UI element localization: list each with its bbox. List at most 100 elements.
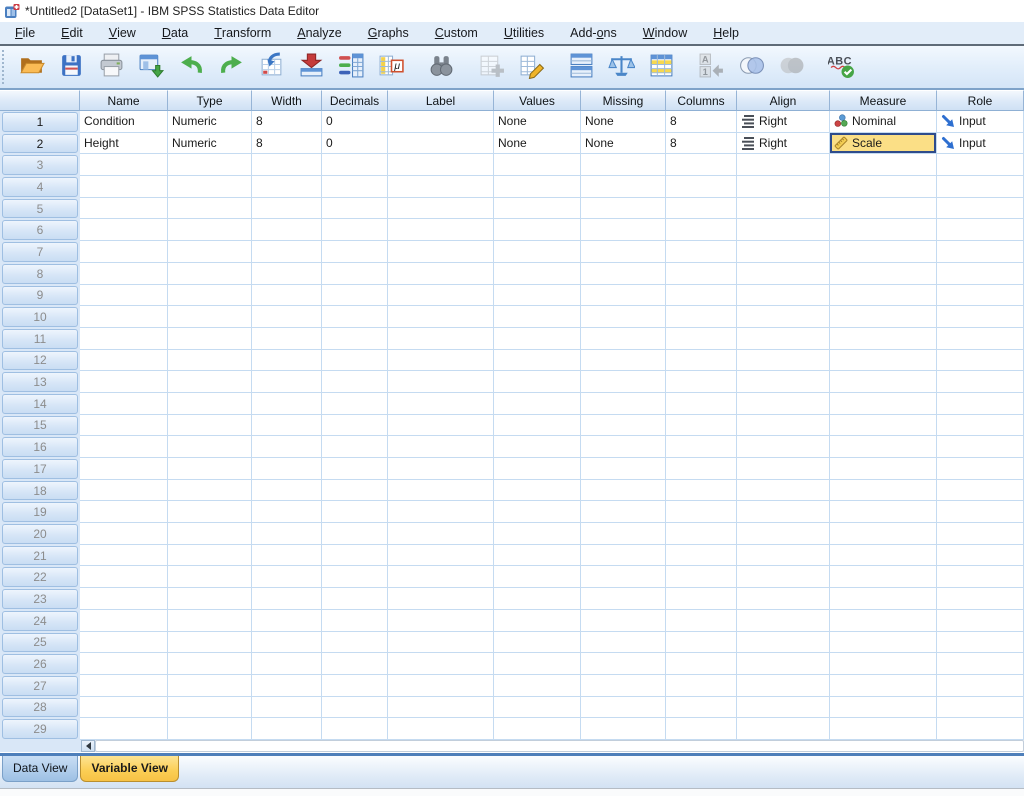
cell-values[interactable] <box>494 675 581 697</box>
cell-columns[interactable] <box>666 545 737 567</box>
cell-type[interactable] <box>168 501 252 523</box>
cell-name[interactable] <box>80 566 168 588</box>
cell-label[interactable] <box>388 371 494 393</box>
cell-width[interactable] <box>252 176 322 198</box>
cell-align[interactable] <box>737 263 830 285</box>
cell-type[interactable]: Numeric <box>168 133 252 155</box>
cell-decimals[interactable] <box>322 198 388 220</box>
column-header-width[interactable]: Width <box>252 90 322 111</box>
cell-values[interactable] <box>494 285 581 307</box>
cell-label[interactable] <box>388 523 494 545</box>
cell-align[interactable] <box>737 371 830 393</box>
row-header-7[interactable]: 7 <box>0 241 80 263</box>
cell-align[interactable] <box>737 154 830 176</box>
cell-label[interactable] <box>388 393 494 415</box>
cell-measure[interactable] <box>830 154 937 176</box>
cell-label[interactable] <box>388 632 494 654</box>
cell-decimals[interactable] <box>322 632 388 654</box>
cell-type[interactable] <box>168 545 252 567</box>
cell-align[interactable] <box>737 415 830 437</box>
cell-columns[interactable] <box>666 350 737 372</box>
redo-button[interactable] <box>214 51 248 83</box>
menu-custom[interactable]: Custom <box>422 22 491 44</box>
cell-label[interactable] <box>388 588 494 610</box>
cell-role[interactable] <box>937 436 1024 458</box>
cell-width[interactable] <box>252 198 322 220</box>
cell-width[interactable] <box>252 523 322 545</box>
cell-missing[interactable] <box>581 285 666 307</box>
cell-role[interactable] <box>937 328 1024 350</box>
cell-decimals[interactable] <box>322 610 388 632</box>
tab-data-view[interactable]: Data View <box>2 756 78 782</box>
cell-decimals[interactable] <box>322 219 388 241</box>
row-header-9[interactable]: 9 <box>0 285 80 307</box>
cell-columns[interactable] <box>666 697 737 719</box>
cell-measure[interactable] <box>830 371 937 393</box>
find-button[interactable] <box>424 51 458 83</box>
cell-role[interactable] <box>937 480 1024 502</box>
cell-width[interactable] <box>252 566 322 588</box>
cell-decimals[interactable] <box>322 697 388 719</box>
cell-label[interactable] <box>388 675 494 697</box>
cell-decimals[interactable] <box>322 523 388 545</box>
row-header-18[interactable]: 18 <box>0 480 80 502</box>
row-header-20[interactable]: 20 <box>0 523 80 545</box>
cell-columns[interactable] <box>666 371 737 393</box>
cell-type[interactable] <box>168 198 252 220</box>
cell-label[interactable] <box>388 718 494 740</box>
cell-name[interactable] <box>80 610 168 632</box>
cell-type[interactable] <box>168 588 252 610</box>
cell-values[interactable] <box>494 154 581 176</box>
column-header-decimals[interactable]: Decimals <box>322 90 388 111</box>
cell-align[interactable] <box>737 350 830 372</box>
cell-role[interactable] <box>937 588 1024 610</box>
cell-role[interactable] <box>937 350 1024 372</box>
go-to-case-button[interactable] <box>254 51 288 83</box>
cell-name[interactable] <box>80 350 168 372</box>
cell-width[interactable] <box>252 154 322 176</box>
cell-label[interactable] <box>388 610 494 632</box>
cell-name[interactable] <box>80 523 168 545</box>
cell-missing[interactable] <box>581 306 666 328</box>
cell-columns[interactable] <box>666 653 737 675</box>
cell-columns[interactable] <box>666 501 737 523</box>
cell-decimals[interactable] <box>322 480 388 502</box>
cell-values[interactable] <box>494 393 581 415</box>
cell-role[interactable] <box>937 306 1024 328</box>
cell-decimals[interactable] <box>322 458 388 480</box>
cell-label[interactable] <box>388 263 494 285</box>
cell-type[interactable] <box>168 415 252 437</box>
cell-label[interactable] <box>388 328 494 350</box>
cell-width[interactable] <box>252 697 322 719</box>
cell-role[interactable]: Input <box>937 133 1024 155</box>
menu-data[interactable]: Data <box>149 22 201 44</box>
insert-variable-button[interactable] <box>514 51 548 83</box>
cell-values[interactable] <box>494 632 581 654</box>
cell-missing[interactable] <box>581 371 666 393</box>
cell-name[interactable] <box>80 436 168 458</box>
row-header-8[interactable]: 8 <box>0 263 80 285</box>
row-header-16[interactable]: 16 <box>0 436 80 458</box>
cell-width[interactable] <box>252 436 322 458</box>
cell-label[interactable] <box>388 350 494 372</box>
cell-width[interactable] <box>252 653 322 675</box>
cell-type[interactable] <box>168 371 252 393</box>
cell-type[interactable] <box>168 675 252 697</box>
cell-values[interactable]: None <box>494 133 581 155</box>
cell-align[interactable] <box>737 480 830 502</box>
cell-type[interactable] <box>168 219 252 241</box>
cell-decimals[interactable] <box>322 263 388 285</box>
cell-width[interactable] <box>252 718 322 740</box>
cell-width[interactable] <box>252 675 322 697</box>
cell-measure[interactable] <box>830 176 937 198</box>
cell-width[interactable]: 8 <box>252 133 322 155</box>
cell-decimals[interactable] <box>322 241 388 263</box>
cell-type[interactable] <box>168 458 252 480</box>
cell-measure[interactable] <box>830 566 937 588</box>
cell-values[interactable] <box>494 501 581 523</box>
column-header-role[interactable]: Role <box>937 90 1024 111</box>
cell-role[interactable] <box>937 198 1024 220</box>
cell-values[interactable] <box>494 306 581 328</box>
cell-align[interactable] <box>737 328 830 350</box>
tab-variable-view[interactable]: Variable View <box>80 756 179 782</box>
